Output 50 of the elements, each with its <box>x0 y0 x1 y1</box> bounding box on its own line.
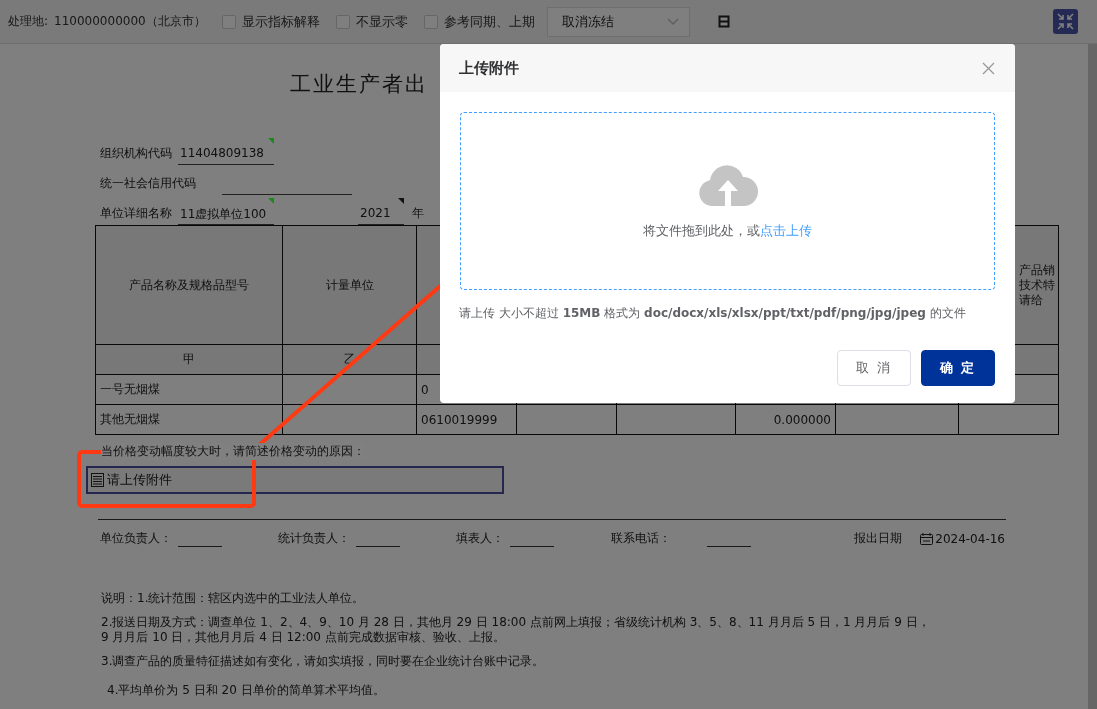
freeze-dropdown[interactable]: 取消冻结 <box>546 6 690 37</box>
note-text: 说明：1.统计范围：辖区内选中的工业法人单位。 <box>101 591 366 607</box>
column-header: 计量单位 <box>324 277 375 293</box>
date-field[interactable]: 2024-04-16 <box>920 531 1005 546</box>
checkbox[interactable] <box>221 14 236 29</box>
table-cell: 一号无烟煤 <box>95 374 283 405</box>
note-text: 4.平均单价为 5 日和 20 日单价的简单算术平均值。 <box>106 683 386 699</box>
table-cell: 其他无烟煤 <box>95 404 283 435</box>
report-title: 工业生产者出 <box>289 71 429 98</box>
drop-instruction: 将文件拖到此处，或 <box>643 223 760 238</box>
field-label: 组织机构代码 <box>100 145 172 162</box>
column-header: 技术特 <box>1019 277 1056 293</box>
column-header: 产品名称及规格品型号 <box>128 277 250 293</box>
confirm-button[interactable]: 确 定 <box>921 350 995 386</box>
table-cell: 0.000000 <box>735 404 836 435</box>
signature-label: 填表人： <box>456 530 504 547</box>
signature-label: 单位负责人： <box>100 530 172 547</box>
table-cell: 0610019999 <box>416 404 517 435</box>
upload-link[interactable]: 点击上传 <box>760 223 812 238</box>
input-field[interactable]: 11404809138 <box>178 146 274 165</box>
location-value: 110000000000（北京市） <box>54 13 206 30</box>
checkbox-label[interactable]: 显示指标解释 <box>241 12 320 31</box>
cloud-upload-icon <box>697 162 758 206</box>
collapse-icon[interactable] <box>1053 9 1078 34</box>
checkbox-label[interactable]: 不显示零 <box>355 12 408 31</box>
checkbox[interactable] <box>335 14 350 29</box>
calendar-icon <box>920 532 934 545</box>
dialog-title: 上传附件 <box>459 58 519 78</box>
location-label: 处理地: <box>8 13 49 30</box>
note-text: 3.调查产品的质量特征描述如有变化，请如实填报，同时要在企业统计台账中记录。 <box>101 653 546 670</box>
column-header: 请给 <box>1019 292 1044 308</box>
calculator-icon[interactable] <box>717 15 730 28</box>
column-header: 产品销 <box>1019 262 1056 278</box>
field-label: 统一社会信用代码 <box>100 175 196 192</box>
field-label: 单位详细名称 <box>100 205 172 222</box>
signature-label: 联系电话： <box>611 530 671 547</box>
close-icon[interactable] <box>982 61 995 75</box>
year-unit: 年 <box>412 205 424 222</box>
signature-label: 统计负责人： <box>278 530 350 547</box>
upload-hint: 请上传 大小不超过 15MB 格式为 doc/docx/xls/xlsx/ppt/txt/pdf/png/jpg/jpeg 的文件 <box>459 305 967 322</box>
checkbox-label[interactable]: 参考同期、上期 <box>443 12 535 31</box>
table-cell: 甲 <box>95 344 283 375</box>
cancel-button[interactable]: 取 消 <box>837 350 911 386</box>
note-text: 2.报送日期及方式：调查单位 1、2、4、9、10 月 28 日，其他月 29 日 18:00 点前网上填报；省级统计机构 3、5、8、11 月月后 5 日，1 月月后 9 日，9 月月后 10 日，其他月月后 4 日 12:00 点前完成数据审核、验收、上报。 <box>101 614 931 646</box>
document-icon <box>91 473 104 487</box>
date-label: 报出日期 <box>854 530 903 547</box>
drop-zone[interactable]: 将文件拖到此处，或点击上传 <box>460 112 995 290</box>
chevron-down-icon <box>666 17 679 26</box>
checkbox[interactable] <box>423 14 438 29</box>
attachment-field[interactable]: 请上传附件 <box>86 466 504 494</box>
